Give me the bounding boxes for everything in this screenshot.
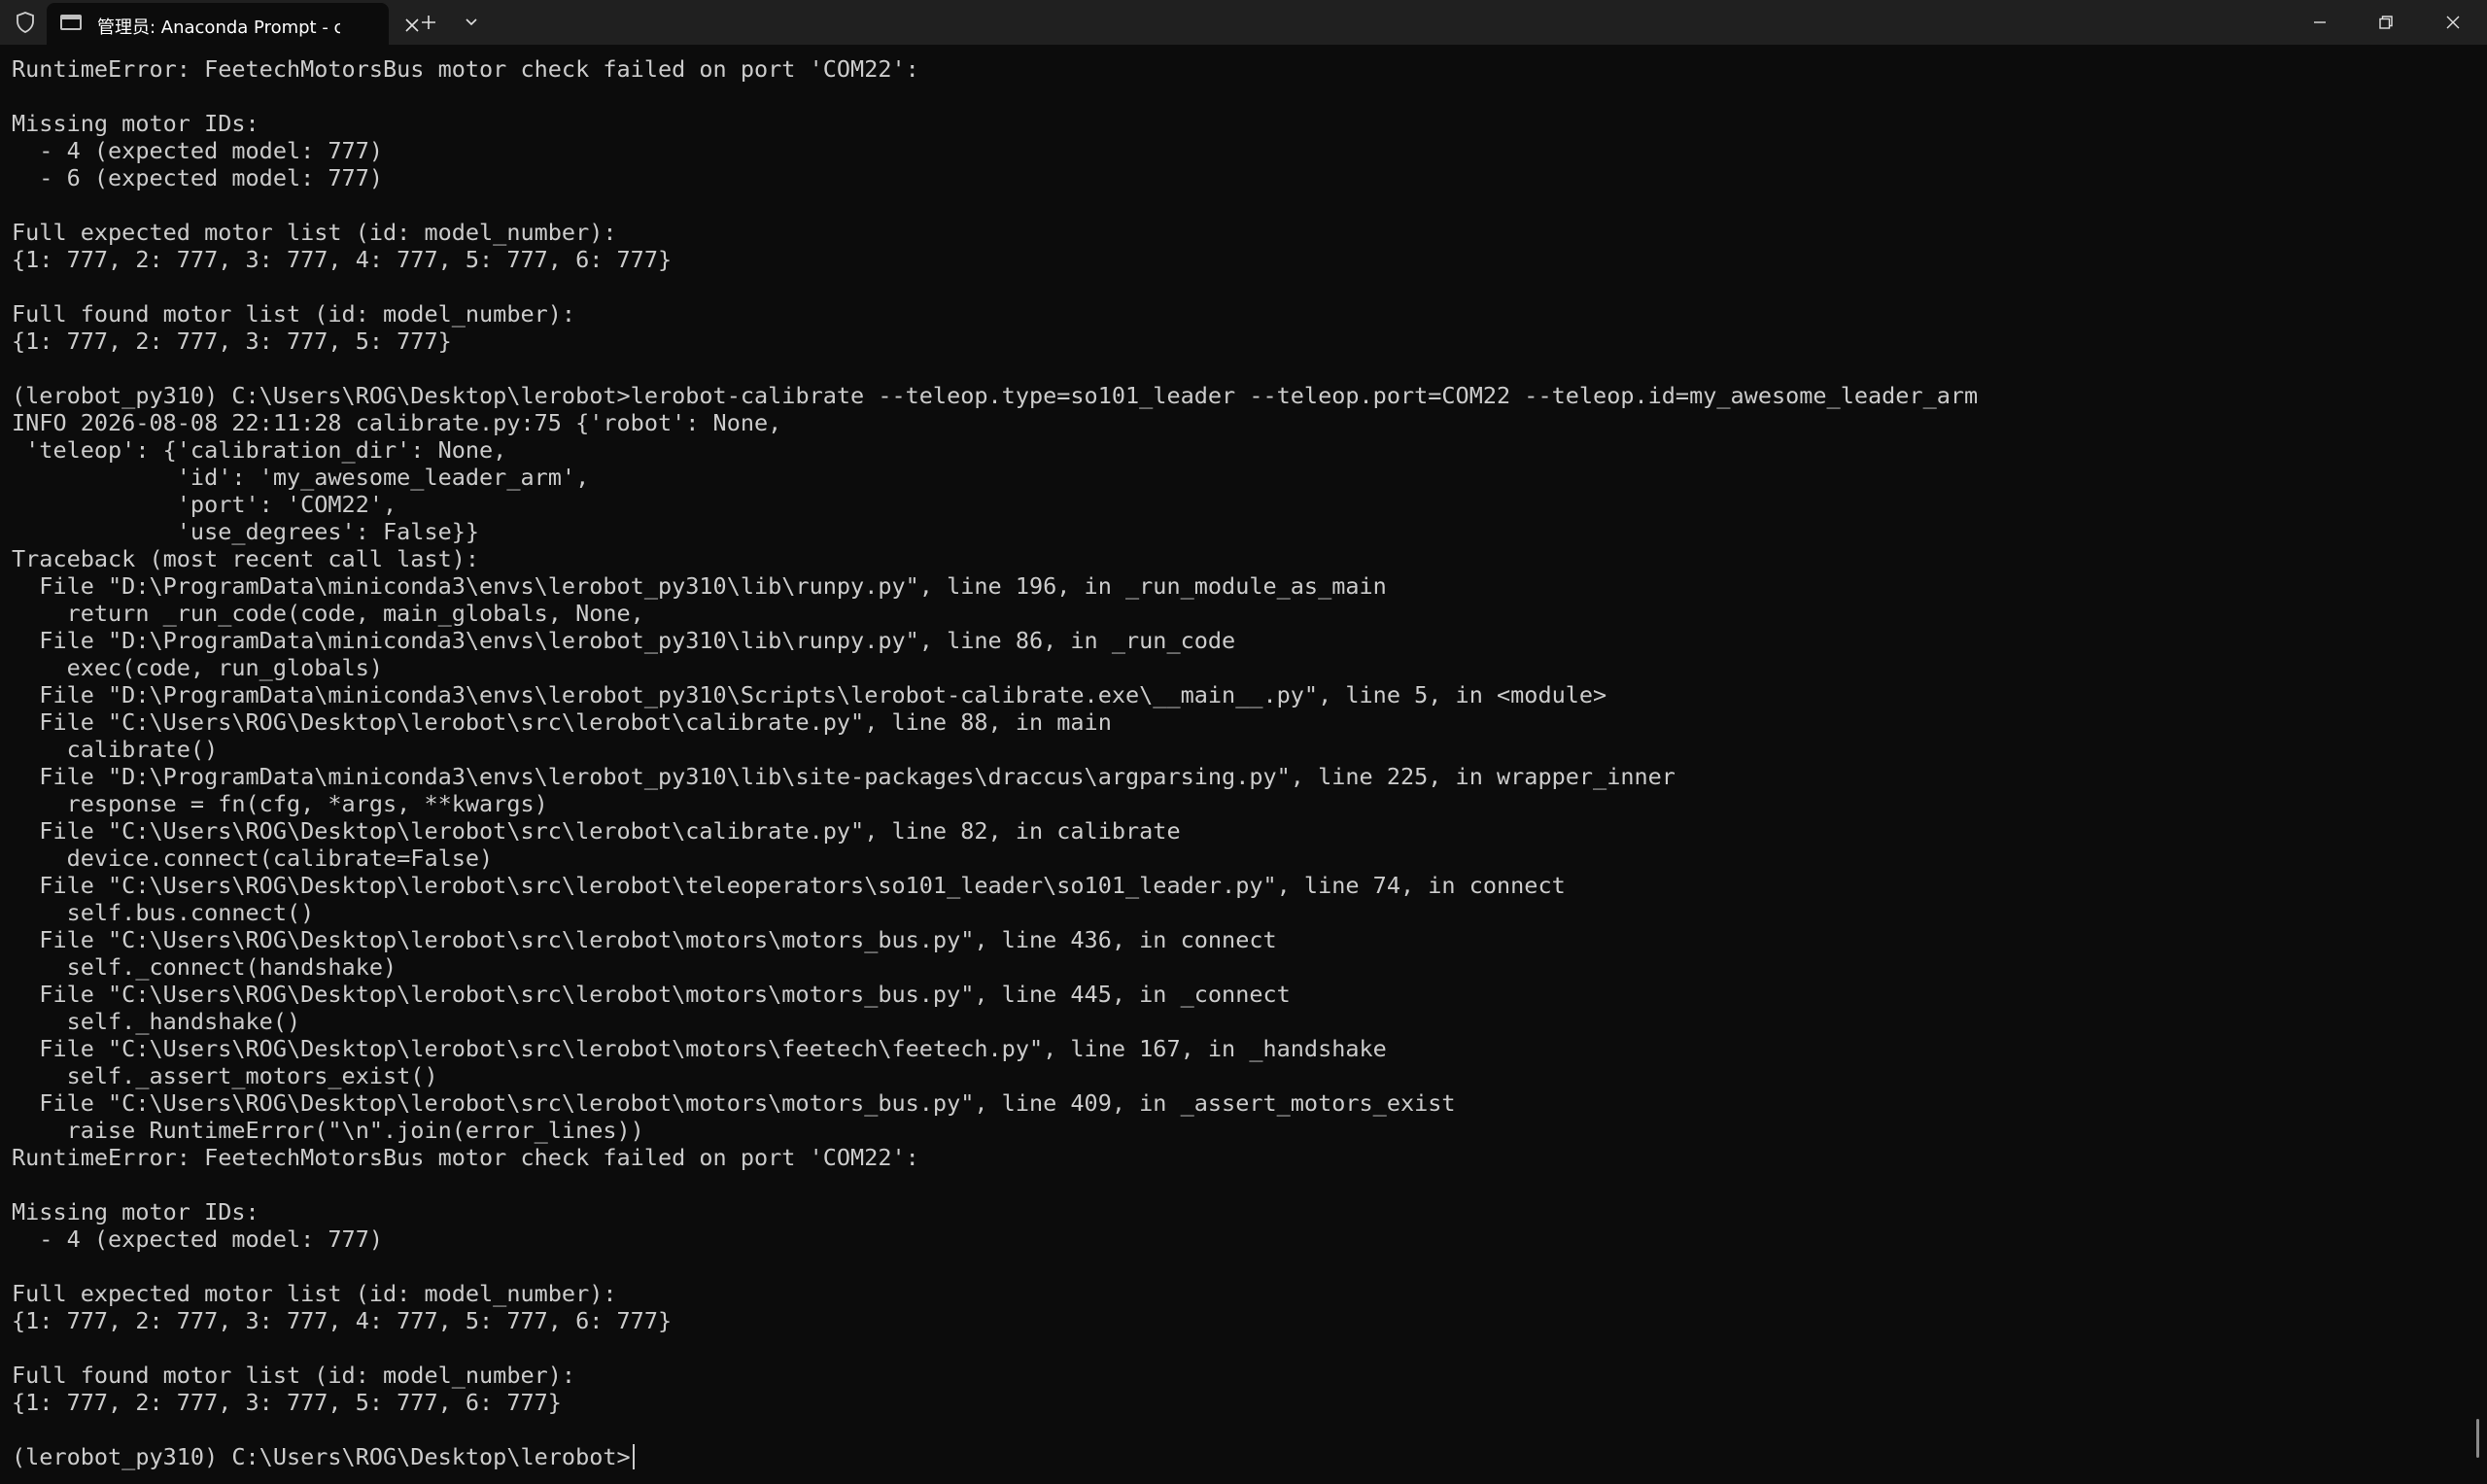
console-line: - 4 (expected model: 777)	[12, 1225, 384, 1253]
console-line: device.connect(calibrate=False)	[12, 845, 494, 872]
console-line: self._assert_motors_exist()	[12, 1062, 438, 1089]
console-line: calibrate()	[12, 736, 219, 763]
console-line: Missing motor IDs:	[12, 1198, 259, 1225]
console-line: File "D:\ProgramData\miniconda3\envs\ler…	[12, 763, 1675, 790]
console-line: File "C:\Users\ROG\Desktop\lerobot\src\l…	[12, 817, 1181, 845]
shield-icon	[10, 8, 41, 37]
console-line: - 4 (expected model: 777)	[12, 137, 384, 164]
console-line: INFO 2026-08-08 22:11:28 calibrate.py:75…	[12, 409, 782, 436]
text-cursor	[632, 1444, 635, 1469]
prompt-text: (lerobot_py310) C:\Users\ROG\Desktop\ler…	[12, 1443, 631, 1470]
prompt-line[interactable]: (lerobot_py310) C:\Users\ROG\Desktop\ler…	[12, 1443, 2461, 1470]
console-line: Full expected motor list (id: model_numb…	[12, 219, 617, 246]
console-line: - 6 (expected model: 777)	[12, 164, 384, 191]
restore-icon[interactable]	[2360, 0, 2412, 45]
plus-icon[interactable]	[412, 6, 445, 39]
console-line: File "C:\Users\ROG\Desktop\lerobot\src\l…	[12, 708, 1112, 736]
console-line: File "D:\ProgramData\miniconda3\envs\ler…	[12, 681, 1607, 708]
console-line: Full expected motor list (id: model_numb…	[12, 1280, 617, 1307]
chevron-down-icon[interactable]	[455, 6, 488, 39]
console-line: return _run_code(code, main_globals, Non…	[12, 600, 644, 627]
console-line: RuntimeError: FeetechMotorsBus motor che…	[12, 1144, 919, 1171]
console-line: (lerobot_py310) C:\Users\ROG\Desktop\ler…	[12, 382, 1979, 409]
tab-anaconda-prompt[interactable]: 管理员: Anaconda Prompt - cc	[47, 3, 419, 45]
console-line: File "C:\Users\ROG\Desktop\lerobot\src\l…	[12, 1089, 1456, 1117]
console-line: Traceback (most recent call last):	[12, 545, 480, 572]
console-line: exec(code, run_globals)	[12, 654, 384, 681]
console-line: {1: 777, 2: 777, 3: 777, 4: 777, 5: 777,…	[12, 246, 673, 273]
console-line: response = fn(cfg, *args, **kwargs)	[12, 790, 548, 817]
console-line: {1: 777, 2: 777, 3: 777, 4: 777, 5: 777,…	[12, 1307, 673, 1334]
console-output[interactable]: RuntimeError: FeetechMotorsBus motor che…	[12, 55, 2461, 1474]
title-bar: 管理员: Anaconda Prompt - cc	[0, 0, 2487, 45]
console-line: self._handshake()	[12, 1008, 301, 1035]
console-line: Full found motor list (id: model_number)…	[12, 1362, 576, 1389]
console-line: self.bus.connect()	[12, 899, 315, 926]
console-line: File "C:\Users\ROG\Desktop\lerobot\src\l…	[12, 1035, 1387, 1062]
console-line: Missing motor IDs:	[12, 110, 259, 137]
console-line: RuntimeError: FeetechMotorsBus motor che…	[12, 55, 919, 83]
console-line: {1: 777, 2: 777, 3: 777, 5: 777, 6: 777}	[12, 1389, 562, 1416]
console-line: File "C:\Users\ROG\Desktop\lerobot\src\l…	[12, 872, 1566, 899]
console-line: File "D:\ProgramData\miniconda3\envs\ler…	[12, 627, 1236, 654]
close-icon[interactable]	[2426, 0, 2480, 45]
terminal-window: 管理员: Anaconda Prompt - cc RuntimeError: …	[0, 0, 2487, 1484]
console-line: File "D:\ProgramData\miniconda3\envs\ler…	[12, 572, 1387, 600]
tab-title: 管理员: Anaconda Prompt - cc	[97, 17, 340, 38]
console-line: self._connect(handshake)	[12, 953, 397, 981]
console-line: {1: 777, 2: 777, 3: 777, 5: 777}	[12, 328, 452, 355]
console-line: File "C:\Users\ROG\Desktop\lerobot\src\l…	[12, 926, 1277, 953]
console-line: 'use_degrees': False}}	[12, 518, 480, 545]
console-line: 'id': 'my_awesome_leader_arm',	[12, 464, 590, 491]
scrollbar-thumb[interactable]	[2476, 1419, 2479, 1458]
console-line: raise RuntimeError("\n".join(error_lines…	[12, 1117, 644, 1144]
console-line: 'teleop': {'calibration_dir': None,	[12, 436, 507, 464]
console-line: Full found motor list (id: model_number)…	[12, 300, 576, 328]
console-line: File "C:\Users\ROG\Desktop\lerobot\src\l…	[12, 981, 1291, 1008]
console-line: 'port': 'COM22',	[12, 491, 397, 518]
minimize-icon[interactable]	[2294, 0, 2346, 45]
terminal-icon	[60, 15, 82, 30]
